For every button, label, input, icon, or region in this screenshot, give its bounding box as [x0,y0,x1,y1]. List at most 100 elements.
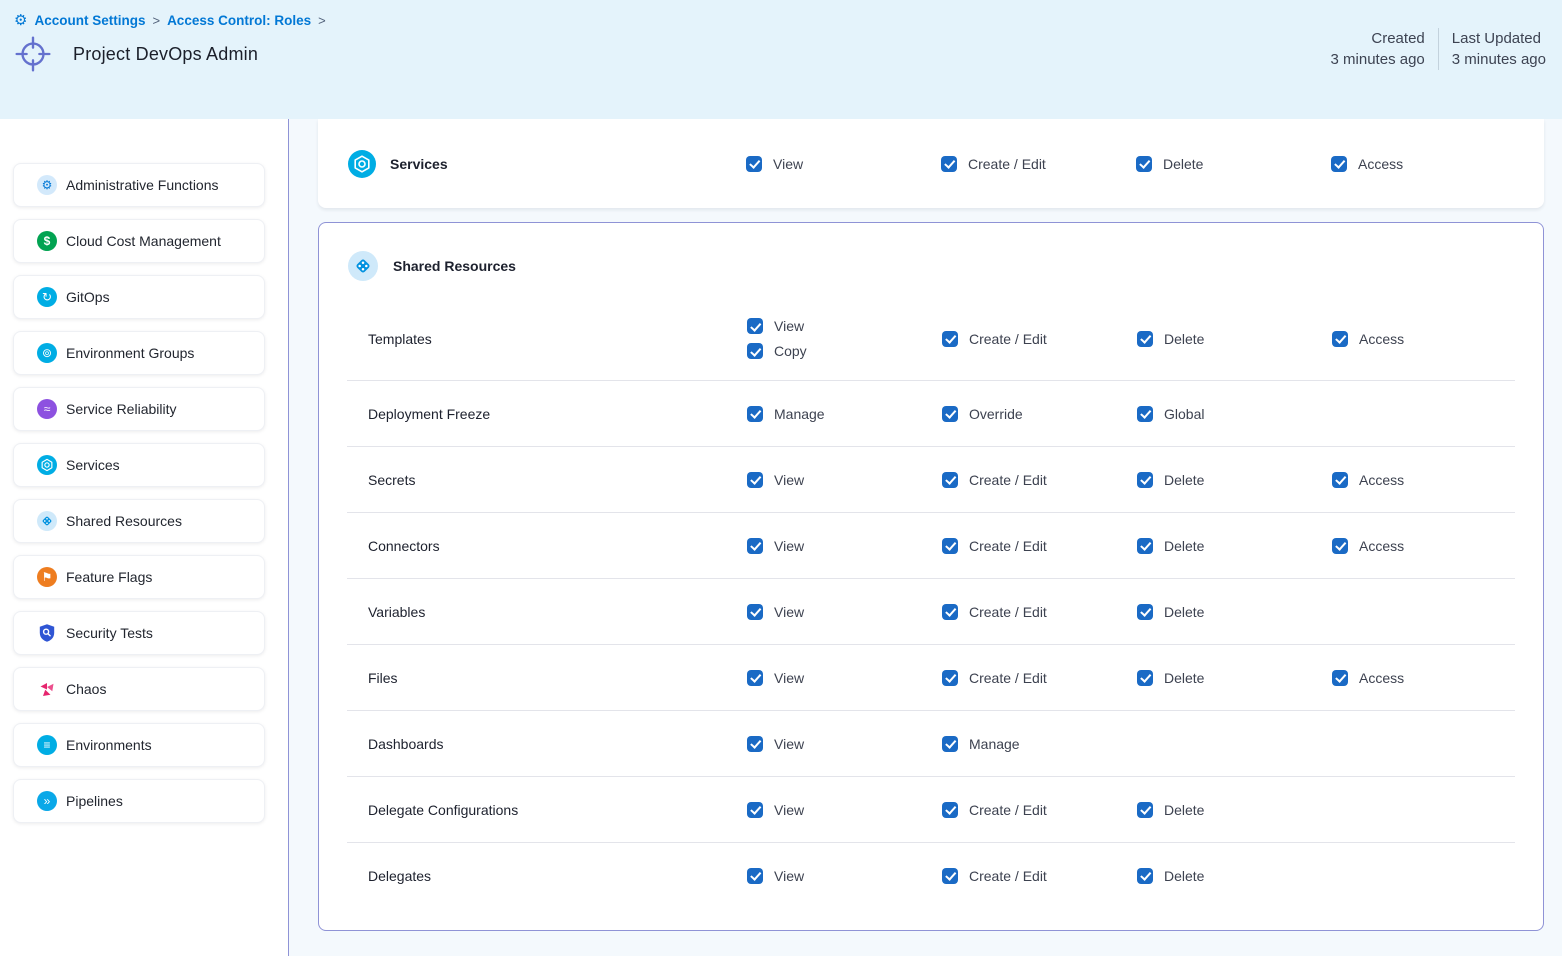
resource-category-sidebar: ⚙Administrative Functions $Cloud Cost Man… [0,119,289,956]
environments-icon: ≡ [37,735,57,755]
checkbox-create-edit-checked[interactable] [942,331,958,347]
checkbox-create-edit-checked[interactable] [942,868,958,884]
checkbox-view-checked[interactable] [747,802,763,818]
permission-label: Delete [1164,868,1204,884]
checkbox-manage-checked[interactable] [942,736,958,752]
permission-view: View [747,670,942,686]
permission-label: Delete [1163,156,1203,172]
resource-row-dashboards: DashboardsViewManage [319,711,1543,776]
sidebar-item-label: Service Reliability [66,401,176,417]
sidebar-item-pipelines[interactable]: » Pipelines [13,779,265,823]
sidebar-item-label: Administrative Functions [66,177,219,193]
checkbox-delete-checked[interactable] [1137,604,1153,620]
permission-delete: Delete [1137,604,1332,620]
checkbox-view-checked[interactable] [747,670,763,686]
checkbox-create-edit-checked[interactable] [942,670,958,686]
created-value: 3 minutes ago [1331,49,1425,70]
checkbox-create-edit-checked[interactable] [942,802,958,818]
checkbox-delete-checked[interactable] [1137,331,1153,347]
permission-access: Access [1331,156,1526,172]
resource-row-label: Files [319,670,747,686]
permission-label: Access [1359,538,1404,554]
breadcrumb-access-control-roles[interactable]: Access Control: Roles [167,13,311,28]
checkbox-view-checked[interactable] [747,538,763,554]
permission-label: Create / Edit [969,670,1047,686]
pipelines-icon: » [37,791,57,811]
checkbox-create-edit-checked[interactable] [942,604,958,620]
sidebar-item-gitops[interactable]: ↻GitOps [13,275,265,319]
resource-row-files: FilesViewCreate / EditDeleteAccess [319,645,1543,710]
checkbox-delete-checked[interactable] [1136,156,1152,172]
checkbox-access-checked[interactable] [1332,538,1348,554]
breadcrumb-separator: > [152,13,160,28]
sidebar-item-label: Pipelines [66,793,123,809]
checkbox-access-checked[interactable] [1332,670,1348,686]
checkbox-view-checked[interactable] [747,472,763,488]
page-title: Project DevOps Admin [73,44,258,65]
last-updated-label: Last Updated [1452,28,1546,49]
permission-label: Global [1164,406,1204,422]
resource-row-label: Templates [319,331,747,347]
checkbox-access-checked[interactable] [1332,331,1348,347]
sidebar-item-environment-groups[interactable]: ⊚Environment Groups [13,331,265,375]
sidebar-item-cloud-cost-management[interactable]: $Cloud Cost Management [13,219,265,263]
sidebar-item-environments[interactable]: ≡Environments [13,723,265,767]
sidebar-item-chaos[interactable]: Chaos [13,667,265,711]
permission-view: View [747,472,942,488]
sidebar-item-service-reliability[interactable]: ≈ Service Reliability [13,387,265,431]
shared-resources-diamond-icon [37,511,57,531]
sidebar-item-label: Chaos [66,681,106,697]
environment-groups-icon: ⊚ [37,343,57,363]
permission-create-edit: Create / Edit [942,604,1137,620]
permission-view: View [747,868,942,884]
checkbox-view-checked[interactable] [747,604,763,620]
checkbox-create-edit-checked[interactable] [942,538,958,554]
checkbox-view-checked[interactable] [747,868,763,884]
permission-label: Manage [969,736,1020,752]
checkbox-view-checked[interactable] [747,736,763,752]
permission-label: Create / Edit [968,156,1046,172]
sidebar-item-label: Services [66,457,120,473]
checkbox-copy-checked[interactable] [747,343,763,359]
checkbox-create-edit-checked[interactable] [942,472,958,488]
breadcrumb-account-settings[interactable]: Account Settings [34,13,145,28]
permission-label: View [774,538,804,554]
service-reliability-icon: ≈ [37,399,57,419]
permission-manage: Manage [942,736,1137,752]
checkbox-access-checked[interactable] [1331,156,1347,172]
permission-create-edit: Create / Edit [942,802,1137,818]
page-header: ⚙ Account Settings > Access Control: Rol… [0,0,1562,119]
sidebar-item-administrative-functions[interactable]: ⚙Administrative Functions [13,163,265,207]
checkbox-delete-checked[interactable] [1137,868,1153,884]
sidebar-item-label: Shared Resources [66,513,182,529]
resource-row-label: Delegates [319,868,747,884]
sidebar-item-label: Security Tests [66,625,153,641]
sidebar-item-feature-flags[interactable]: ⚑Feature Flags [13,555,265,599]
permission-label: Manage [774,406,825,422]
sidebar-item-security-tests[interactable]: Security Tests [13,611,265,655]
checkbox-global-checked[interactable] [1137,406,1153,422]
sidebar-item-shared-resources[interactable]: Shared Resources [13,499,265,543]
checkbox-create-edit-checked[interactable] [941,156,957,172]
permission-manage: Manage [747,406,942,422]
checkbox-access-checked[interactable] [1332,472,1348,488]
breadcrumb-separator: > [318,13,326,28]
permission-label: Access [1359,670,1404,686]
checkbox-view-checked[interactable] [747,318,763,334]
shared-resources-card-title: Shared Resources [393,258,516,274]
checkbox-delete-checked[interactable] [1137,802,1153,818]
checkbox-delete-checked[interactable] [1137,670,1153,686]
permission-label: View [774,736,804,752]
checkbox-delete-checked[interactable] [1137,472,1153,488]
permission-delete: Delete [1136,156,1331,172]
services-card-title: Services [390,156,448,172]
permission-label: Delete [1164,472,1204,488]
permission-label: Create / Edit [969,868,1047,884]
checkbox-manage-checked[interactable] [747,406,763,422]
permissions-pane: Services ViewCreate / EditDeleteAccess S… [289,119,1562,956]
checkbox-delete-checked[interactable] [1137,538,1153,554]
checkbox-view-checked[interactable] [746,156,762,172]
settings-gear-icon[interactable]: ⚙ [14,13,27,28]
checkbox-override-checked[interactable] [942,406,958,422]
sidebar-item-services[interactable]: Services [13,443,265,487]
